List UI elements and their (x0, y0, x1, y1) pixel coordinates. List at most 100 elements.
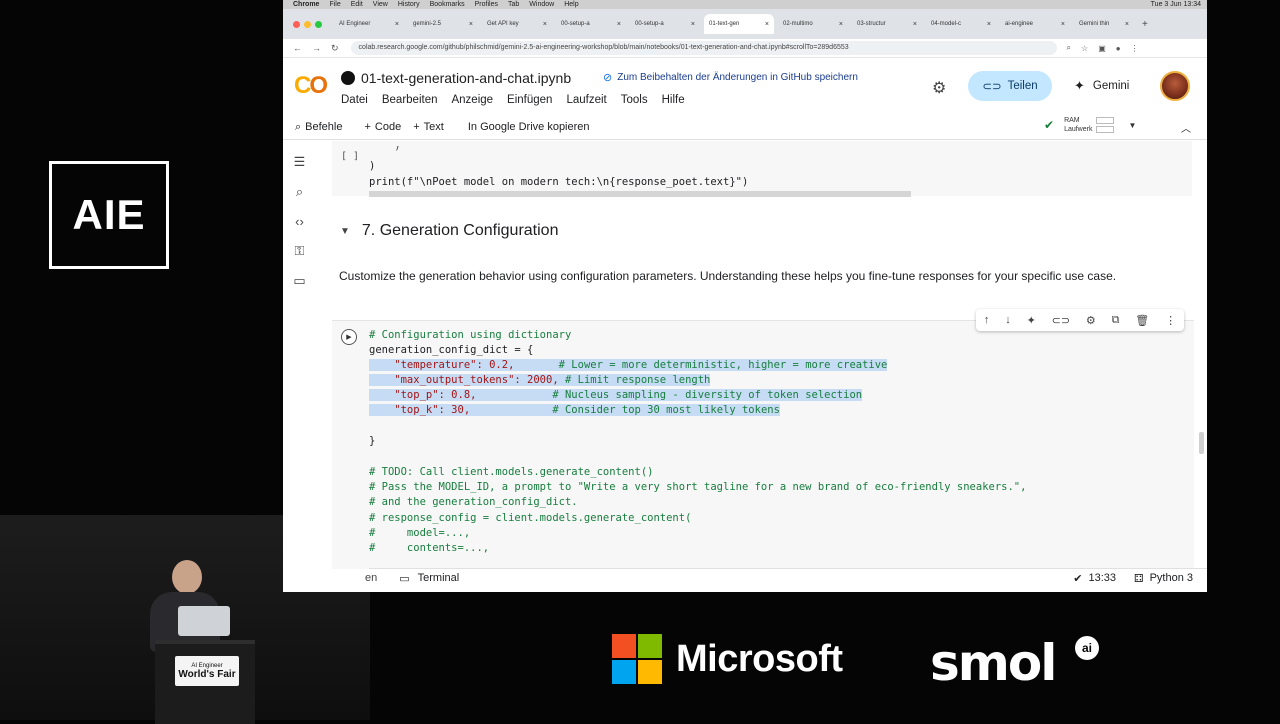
menu-tools[interactable]: Tools (621, 94, 648, 106)
run-cell-button[interactable]: ▶ (341, 329, 357, 345)
microsoft-wordmark: Microsoft (676, 637, 843, 680)
user-avatar[interactable] (1160, 71, 1190, 101)
mac-menu-item[interactable]: Tab (508, 1, 519, 8)
mac-menu-item[interactable]: Edit (351, 1, 363, 8)
vertical-scrollbar[interactable] (1199, 432, 1204, 454)
mac-menu-item[interactable]: File (329, 1, 340, 8)
runtime-status[interactable]: ✔ 13:33 ⚃ Python 3 (1067, 572, 1193, 585)
menu-anzeige[interactable]: Anzeige (451, 94, 493, 106)
cell-toolbar: ↑ ↓ ✦ ⊂⊃ ⚙ ⧉ 🗑 ⋮ (976, 309, 1184, 331)
close-tab-icon[interactable]: × (1061, 21, 1065, 28)
menu-laufzeit[interactable]: Laufzeit (566, 94, 606, 106)
mac-menu-item[interactable]: Profiles (475, 1, 498, 8)
browser-tab-active[interactable]: 01-text-gen × (704, 14, 774, 34)
mac-menu-item[interactable]: Bookmarks (430, 1, 465, 8)
code-line: # TODO: Call client.models.generate_cont… (369, 466, 654, 478)
gemini-sparkle-icon[interactable]: ✦ (1027, 314, 1036, 327)
copy-to-drive-button[interactable]: In Google Drive kopieren (468, 121, 590, 133)
code-line: generation_config_dict = { (369, 344, 534, 356)
ram-bar (1096, 117, 1115, 124)
save-to-github-link[interactable]: ⊘ Zum Beibehalten der Änderungen in GitH… (603, 71, 858, 84)
files-folder-icon[interactable]: ▭ (293, 273, 305, 289)
settings-gear-icon[interactable]: ⚙ (932, 78, 946, 98)
zoom-icon[interactable]: ⌕ (1067, 43, 1071, 53)
add-code-button[interactable]: + Code (364, 121, 401, 133)
colab-logo[interactable]: CO (294, 72, 328, 100)
close-tab-icon[interactable]: × (691, 21, 695, 28)
commands-button[interactable]: ⌕ Befehle (295, 121, 342, 134)
back-icon[interactable]: ← (293, 43, 302, 53)
code-line: "top_p": 0.8, # Nucleus sampling - diver… (369, 389, 863, 401)
browser-tab[interactable]: Get API key × (482, 14, 552, 34)
mac-menu-item[interactable]: History (398, 1, 420, 8)
mac-menu-item[interactable]: View (373, 1, 388, 8)
code-line: ) (369, 160, 376, 172)
browser-tab[interactable]: 00-setup-a × (630, 14, 700, 34)
podium-sign-line2: World's Fair (178, 668, 236, 680)
share-button[interactable]: ⊂⊃ Teilen (968, 71, 1052, 101)
mac-menu-item[interactable]: Help (564, 1, 578, 8)
close-tab-icon[interactable]: × (395, 21, 399, 28)
browser-tab[interactable]: 02-multimo × (778, 14, 848, 34)
browser-tab[interactable]: 04-model-c × (926, 14, 996, 34)
browser-menu-icon[interactable]: ⋮ (1131, 44, 1139, 53)
move-down-icon[interactable]: ↓ (1005, 314, 1011, 326)
add-text-button[interactable]: + Text (413, 121, 444, 133)
close-tab-icon[interactable]: × (617, 21, 621, 28)
close-window-button[interactable] (293, 20, 300, 28)
section-description: Customize the generation behavior using … (339, 269, 1117, 283)
chevron-down-icon[interactable]: ▼ (1128, 121, 1136, 130)
gemini-button[interactable]: ✦ Gemini (1074, 78, 1129, 94)
browser-tab[interactable]: gemini-2.5 × (408, 14, 478, 34)
horizontal-scrollbar[interactable] (369, 191, 911, 197)
mac-menu-item[interactable]: Chrome (293, 1, 319, 8)
chevron-up-icon[interactable]: ︿ (1181, 120, 1191, 135)
browser-tab[interactable]: ai-enginee × (1000, 14, 1070, 34)
runtime-resources[interactable]: ✔ RAM Laufwerk ▼ (1044, 116, 1136, 134)
browser-tab[interactable]: Gemini thin × (1074, 14, 1134, 34)
browser-tab[interactable]: 00-setup-a × (556, 14, 626, 34)
browser-tab[interactable]: AI Engineer × (334, 14, 404, 34)
maximize-window-button[interactable] (315, 20, 322, 28)
extension-icon[interactable]: ▣ (1098, 44, 1106, 53)
profile-icon[interactable]: ● (1116, 44, 1121, 53)
menu-hilfe[interactable]: Hilfe (662, 94, 685, 106)
podium-sign: AI Engineer World's Fair (175, 656, 239, 686)
code-snippets-icon[interactable]: ‹› (295, 214, 304, 229)
url-field[interactable]: colab.research.google.com/github/philsch… (350, 41, 1057, 55)
close-tab-icon[interactable]: × (469, 21, 473, 28)
minimize-window-button[interactable] (304, 20, 311, 28)
cell-run-bracket[interactable]: [ ] (341, 151, 359, 162)
code-token: "max_output_tokens": 2000, (369, 374, 559, 386)
cell-settings-icon[interactable]: ⚙ (1086, 314, 1096, 327)
more-options-icon[interactable]: ⋮ (1165, 314, 1176, 327)
browser-tab[interactable]: 03-structur × (852, 14, 922, 34)
mirror-cell-icon[interactable]: ⧉ (1112, 314, 1120, 327)
notebook-title[interactable]: 01-text-generation-and-chat.ipynb (341, 70, 571, 86)
move-up-icon[interactable]: ↑ (984, 314, 990, 326)
close-tab-icon[interactable]: × (1125, 21, 1129, 28)
menu-einfuegen[interactable]: Einfügen (507, 94, 552, 106)
link-icon[interactable]: ⊂⊃ (1052, 314, 1070, 327)
find-icon[interactable]: ⌕ (296, 184, 303, 200)
reload-icon[interactable]: ↻ (331, 43, 339, 54)
close-tab-icon[interactable]: × (913, 21, 917, 28)
bookmark-star-icon[interactable]: ☆ (1081, 44, 1088, 53)
code-line: "temperature": 0.2, # Lower = more deter… (369, 359, 888, 371)
new-tab-icon[interactable]: + (1142, 19, 1148, 30)
close-tab-icon[interactable]: × (839, 21, 843, 28)
secrets-key-icon[interactable]: ⚿ (295, 243, 305, 259)
menu-bearbeiten[interactable]: Bearbeiten (382, 94, 438, 106)
variables-tab-partial[interactable]: en (365, 572, 377, 584)
close-tab-icon[interactable]: × (543, 21, 547, 28)
close-tab-icon[interactable]: × (987, 21, 991, 28)
close-tab-icon[interactable]: × (765, 21, 769, 28)
forward-icon[interactable]: → (312, 43, 321, 53)
mac-menu-item[interactable]: Window (529, 1, 554, 8)
terminal-button[interactable]: ▭ Terminal (399, 572, 459, 585)
code-line: # response_config = client.models.genera… (369, 512, 692, 524)
delete-icon[interactable]: 🗑 (1135, 314, 1149, 327)
menu-datei[interactable]: Datei (341, 94, 368, 106)
table-of-contents-icon[interactable]: ☰ (294, 154, 306, 170)
collapse-section-icon[interactable]: ▼ (340, 226, 350, 237)
